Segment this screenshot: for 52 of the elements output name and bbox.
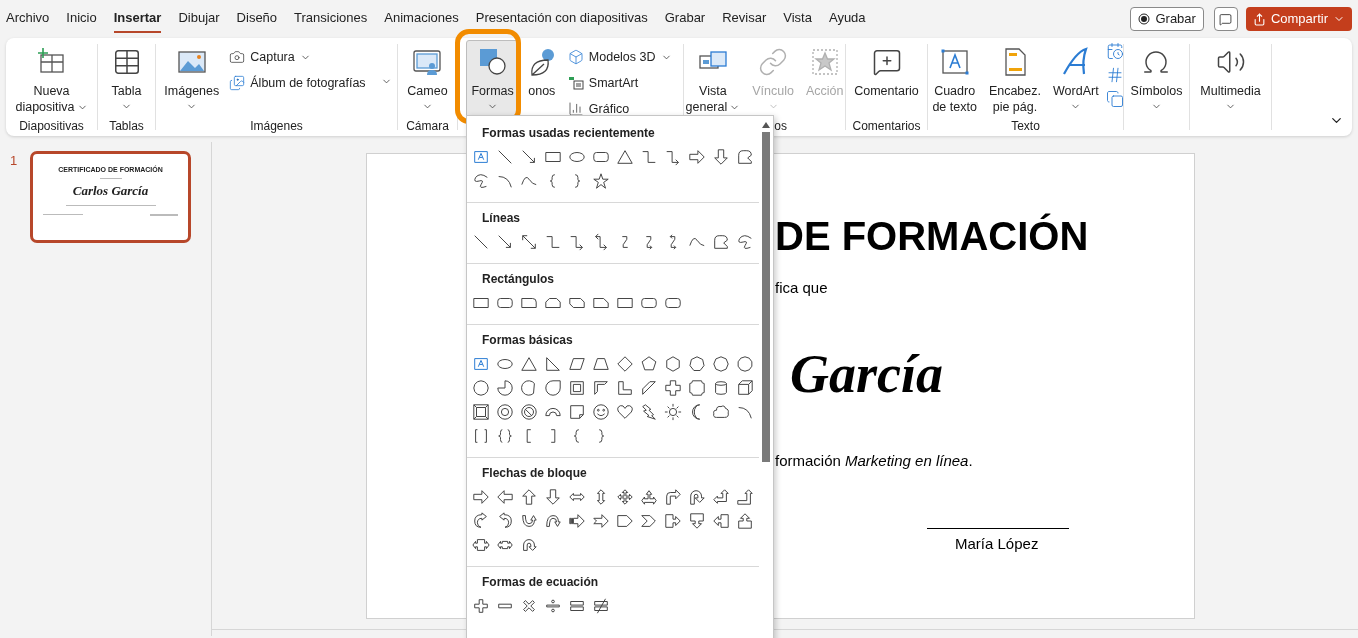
shapes-button[interactable]: Formas [466,40,519,118]
share-button[interactable]: Compartir [1245,7,1352,31]
menu-tab[interactable]: Transiciones [294,5,368,33]
symbols-button[interactable]: Símbolos [1125,40,1188,118]
group-label: Tablas [109,119,144,133]
pictures-button[interactable]: Imágenes [159,40,225,118]
menu-tab[interactable]: Vista [783,5,812,33]
cameo-button[interactable]: Cameo [402,40,453,118]
header-footer-button[interactable]: Encabez. pie pág. [983,40,1046,118]
slide-number: 1 [9,152,19,170]
section-title: Líneas [481,210,521,227]
section-title: Rectángulos [481,271,555,288]
chart-button[interactable]: Gráfico [564,96,675,122]
new-slide-button[interactable]: Nueva diapositiva [10,40,93,118]
overview-button[interactable]: Vista general [680,40,746,118]
menu-tab[interactable]: Insertar [113,5,162,33]
group-label: Cámara [406,119,449,133]
record-button[interactable]: Grabar [1130,7,1204,31]
certificate-text: fica que [775,278,828,298]
menu-tab[interactable]: Diseño [236,5,278,33]
thumbnail-name: Carlos García [72,183,149,199]
comment-button[interactable]: Comentario [849,40,924,118]
menu-tab[interactable]: Presentación con diapositivas [475,5,648,33]
menu-tab[interactable]: Revisar [722,5,767,33]
menu-tab[interactable]: Animaciones [384,5,459,33]
certificate-text: formación Marketing en línea. [775,451,973,471]
text-box-button[interactable]: Cuadro de texto [927,40,982,118]
section-title: Flechas de bloque [481,465,588,482]
menu-tab[interactable]: Inicio [66,5,97,33]
section-title: Formas usadas recientemente [481,125,656,142]
group-label: os [774,119,787,133]
menu-tab[interactable]: Grabar [664,5,706,33]
icons-button[interactable]: onos [520,40,563,118]
group-label: Imágenes [250,119,303,133]
menu-tab[interactable]: Dibujar [178,5,220,33]
table-button[interactable]: Tabla [106,40,147,118]
smartart-button[interactable]: SmartArt [564,70,675,96]
section-title: Formas básicas [481,332,574,349]
certificate-title: DE FORMACIÓN [775,212,1089,260]
group-label: Texto [1011,119,1040,133]
menu-tab[interactable]: Ayuda [828,5,866,33]
section-title: Formas de ecuación [481,574,600,591]
recipient-name: García [790,343,943,406]
group-label: Comentarios [852,119,921,133]
menu-tab[interactable]: Archivo [6,5,50,33]
media-button[interactable]: Multimedia [1195,40,1266,118]
group-label: Diapositivas [19,119,84,133]
signatory-name: María López [955,534,1039,554]
3d-models-button[interactable]: Modelos 3D [564,44,675,70]
wordart-button[interactable]: WordArt [1048,40,1104,118]
screenshot-button[interactable]: Captura [226,44,369,70]
photo-album-button[interactable]: Álbum de fotografías [226,70,369,96]
